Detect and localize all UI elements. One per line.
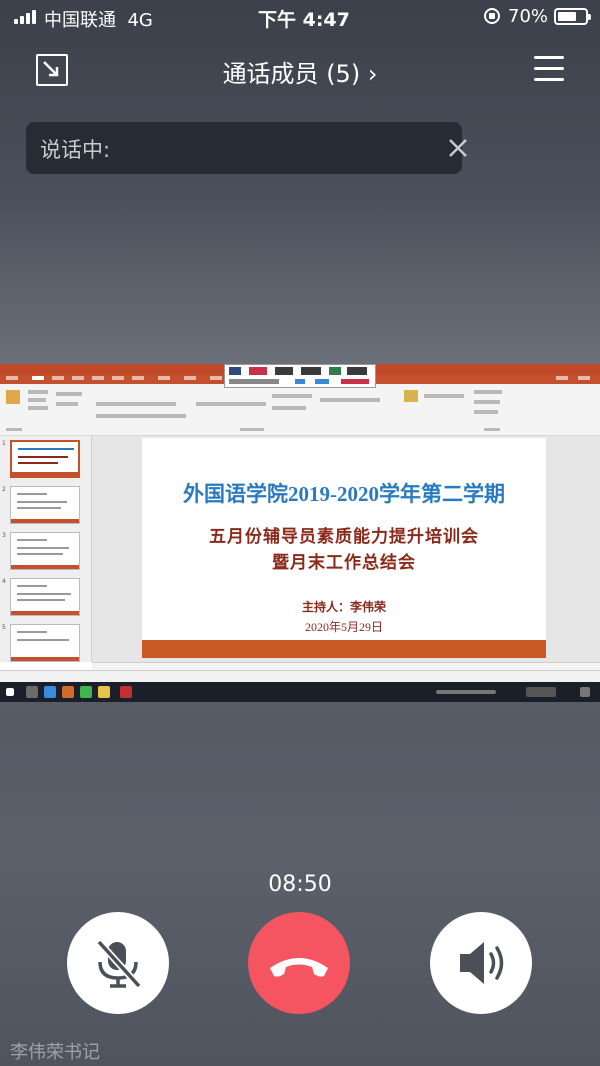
slide-thumbnail[interactable]: [10, 624, 80, 662]
call-members-title[interactable]: 通话成员 (5) ›: [0, 54, 600, 89]
ppt-status-bar: [0, 670, 600, 682]
menu-button[interactable]: [534, 56, 564, 82]
phone-hangup-icon: [270, 958, 328, 977]
windows-taskbar: [0, 682, 600, 702]
speaking-label: 说话中:: [40, 138, 111, 162]
status-bar: 中国联通 4G 下午 4:47 70%: [0, 0, 600, 34]
mute-button[interactable]: [67, 912, 169, 1014]
carrier-name: 中国联通: [44, 10, 116, 31]
call-duration: 08:50: [268, 872, 332, 897]
share-toolbar: [224, 364, 376, 388]
slide-subtitle-2: 暨月末工作总结会: [272, 553, 416, 573]
slide-subtitle-1: 五月份辅导员素质能力提升培训会: [209, 527, 479, 547]
status-time: 下午 4:47: [258, 9, 350, 31]
slide-thumbnails[interactable]: 1 2 3 4 5: [0, 436, 92, 662]
slide-footer-bar: [142, 640, 546, 658]
carrier-network: 中国联通 4G: [44, 6, 153, 32]
speaker-button[interactable]: [430, 912, 532, 1014]
slide-thumbnail[interactable]: [10, 532, 80, 570]
close-icon[interactable]: [444, 134, 472, 162]
battery-percent: 70%: [508, 6, 549, 27]
slide-host: 主持人：李伟荣: [301, 600, 386, 614]
current-slide: 外国语学院2019-2020学年第二学期 五月份辅导员素质能力提升培训会 暨月末…: [142, 438, 546, 658]
slide-thumbnail[interactable]: [10, 578, 80, 616]
slide-canvas: 外国语学院2019-2020学年第二学期 五月份辅导员素质能力提升培训会 暨月末…: [92, 436, 600, 662]
mic-off-icon: [96, 939, 142, 989]
slide-thumbnail[interactable]: [10, 486, 80, 524]
slide-date: 2020年5月29日: [304, 620, 383, 634]
signal-icon: [14, 10, 36, 24]
notes-bar: [92, 662, 600, 670]
ppt-ribbon: [0, 384, 600, 436]
rotation-lock-icon: [484, 8, 500, 24]
battery-icon: [554, 8, 591, 25]
shared-screen[interactable]: 1 2 3 4 5 外国语学院2019-2020学年第二学期 五月份辅导员素质能…: [0, 364, 600, 702]
hangup-button[interactable]: [248, 912, 350, 1014]
speaker-icon: [460, 942, 504, 984]
speaking-indicator: 说话中:: [26, 122, 467, 174]
slide-title: 外国语学院2019-2020学年第二学期: [183, 482, 505, 506]
network-type: 4G: [127, 10, 153, 31]
slide-thumbnail[interactable]: [10, 440, 80, 478]
watermark-text: 李伟荣书记: [10, 1042, 100, 1063]
